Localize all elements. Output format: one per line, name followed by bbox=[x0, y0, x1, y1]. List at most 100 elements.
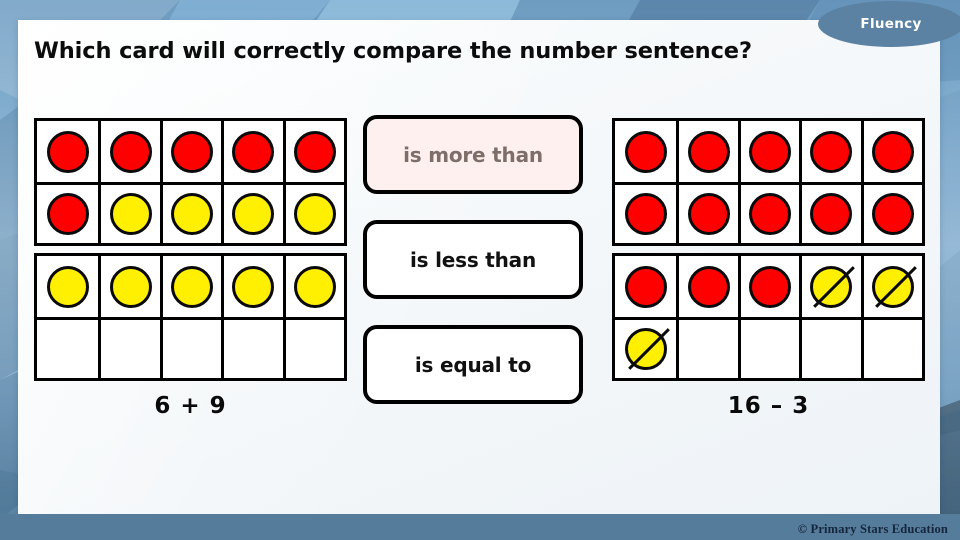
red-counter-icon bbox=[232, 130, 275, 173]
yellow-counter-crossed-out-icon bbox=[624, 328, 667, 370]
ten-frame-cell bbox=[860, 320, 922, 378]
left-ten-frames bbox=[34, 118, 347, 381]
red-counter-icon bbox=[624, 265, 667, 308]
yellow-counter-icon bbox=[46, 265, 89, 308]
ten-frame-cell bbox=[615, 185, 676, 243]
answer-card-is-less-than[interactable]: is less than bbox=[363, 220, 583, 299]
page-title: Which card will correctly compare the nu… bbox=[34, 38, 752, 64]
red-counter-icon bbox=[810, 130, 853, 173]
ten-frame-cell bbox=[282, 256, 344, 317]
yellow-counter-icon bbox=[232, 193, 275, 235]
ten-frame-cell bbox=[737, 256, 799, 317]
left-number-sentence: 6 + 9 bbox=[154, 393, 227, 419]
ten-frame-cell bbox=[98, 185, 159, 243]
red-counter-icon bbox=[810, 193, 853, 235]
answer-card-is-more-than[interactable]: is more than bbox=[363, 115, 583, 194]
red-counter-icon bbox=[624, 130, 667, 173]
ten-frame-cell bbox=[221, 121, 282, 182]
yellow-counter-icon bbox=[293, 193, 336, 235]
ten-frame-cell bbox=[860, 121, 922, 182]
yellow-counter-icon bbox=[109, 265, 152, 308]
red-counter-icon bbox=[687, 265, 730, 308]
red-counter-icon bbox=[748, 265, 791, 308]
ten-frame bbox=[34, 118, 347, 246]
ten-frame-cell bbox=[676, 256, 737, 317]
ten-frame-cell bbox=[37, 185, 98, 243]
yellow-counter-crossed-out-icon bbox=[810, 265, 853, 308]
ten-frame-row bbox=[37, 121, 344, 182]
footer-copyright: © Primary Stars Education bbox=[797, 522, 948, 536]
yellow-counter-icon bbox=[170, 193, 213, 235]
answer-card-label: is more than bbox=[403, 142, 543, 167]
answer-card-label: is less than bbox=[409, 247, 537, 272]
red-counter-icon bbox=[624, 193, 667, 235]
yellow-counter-crossed-out-icon bbox=[871, 265, 914, 308]
ten-frame-row bbox=[615, 182, 922, 243]
ten-frame-cell bbox=[799, 185, 860, 243]
ten-frame-cell bbox=[799, 121, 860, 182]
ten-frame-cell bbox=[159, 256, 221, 317]
ten-frame-cell bbox=[860, 256, 922, 317]
status-badge-fluency: Fluency bbox=[818, 1, 960, 47]
ten-frame-cell bbox=[37, 320, 98, 378]
yellow-counter-icon bbox=[293, 265, 336, 308]
ten-frame-cell bbox=[159, 320, 221, 378]
red-counter-icon bbox=[871, 193, 914, 235]
red-counter-icon bbox=[748, 130, 791, 173]
red-counter-icon bbox=[109, 130, 152, 173]
fluency-badge-label: Fluency bbox=[860, 16, 922, 32]
ten-frame-cell bbox=[98, 121, 159, 182]
ten-frame-cell bbox=[159, 185, 221, 243]
answer-card-list: is more than is less than is equal to bbox=[363, 115, 583, 404]
red-counter-icon bbox=[687, 130, 730, 173]
ten-frame-cell bbox=[221, 256, 282, 317]
ten-frame-cell bbox=[737, 320, 799, 378]
ten-frame-cell bbox=[799, 256, 860, 317]
answer-card-label: is equal to bbox=[414, 352, 532, 377]
yellow-counter-icon bbox=[232, 265, 275, 308]
ten-frame-cell bbox=[282, 185, 344, 243]
yellow-counter-icon bbox=[170, 265, 213, 308]
ten-frame bbox=[612, 118, 925, 246]
ten-frame-cell bbox=[615, 256, 676, 317]
ten-frame-cell bbox=[860, 185, 922, 243]
ten-frame-cell bbox=[221, 320, 282, 378]
ten-frame-cell bbox=[159, 121, 221, 182]
ten-frame-row bbox=[615, 317, 922, 378]
ten-frame bbox=[612, 253, 925, 381]
red-counter-icon bbox=[748, 193, 791, 235]
red-counter-icon bbox=[46, 193, 89, 235]
answer-card-is-equal-to[interactable]: is equal to bbox=[363, 325, 583, 404]
ten-frame-row bbox=[615, 121, 922, 182]
right-number-sentence: 16 – 3 bbox=[727, 393, 810, 419]
ten-frame-cell bbox=[615, 121, 676, 182]
ten-frame-cell bbox=[676, 121, 737, 182]
ten-frame-cell bbox=[98, 256, 159, 317]
red-counter-icon bbox=[293, 130, 336, 173]
ten-frame-row bbox=[37, 256, 344, 317]
left-quantity-group: 6 + 9 bbox=[34, 118, 347, 419]
ten-frame-cell bbox=[799, 320, 860, 378]
ten-frame-cell bbox=[615, 320, 676, 378]
ten-frame-row bbox=[37, 182, 344, 243]
ten-frame-row bbox=[615, 256, 922, 317]
red-counter-icon bbox=[170, 130, 213, 173]
red-counter-icon bbox=[871, 130, 914, 173]
ten-frame-cell bbox=[737, 185, 799, 243]
ten-frame-row bbox=[37, 317, 344, 378]
ten-frame-cell bbox=[676, 185, 737, 243]
red-counter-icon bbox=[687, 193, 730, 235]
red-counter-icon bbox=[46, 130, 89, 173]
ten-frame-cell bbox=[37, 256, 98, 317]
ten-frame-cell bbox=[676, 320, 737, 378]
right-ten-frames bbox=[612, 118, 925, 381]
yellow-counter-icon bbox=[109, 193, 152, 235]
ten-frame-cell bbox=[282, 121, 344, 182]
ten-frame-cell bbox=[37, 121, 98, 182]
right-quantity-group: 16 – 3 bbox=[612, 118, 925, 419]
ten-frame-cell bbox=[737, 121, 799, 182]
work-area: 6 + 9 is more than is less than is equal t… bbox=[0, 115, 960, 448]
ten-frame bbox=[34, 253, 347, 381]
ten-frame-cell bbox=[98, 320, 159, 378]
ten-frame-cell bbox=[282, 320, 344, 378]
